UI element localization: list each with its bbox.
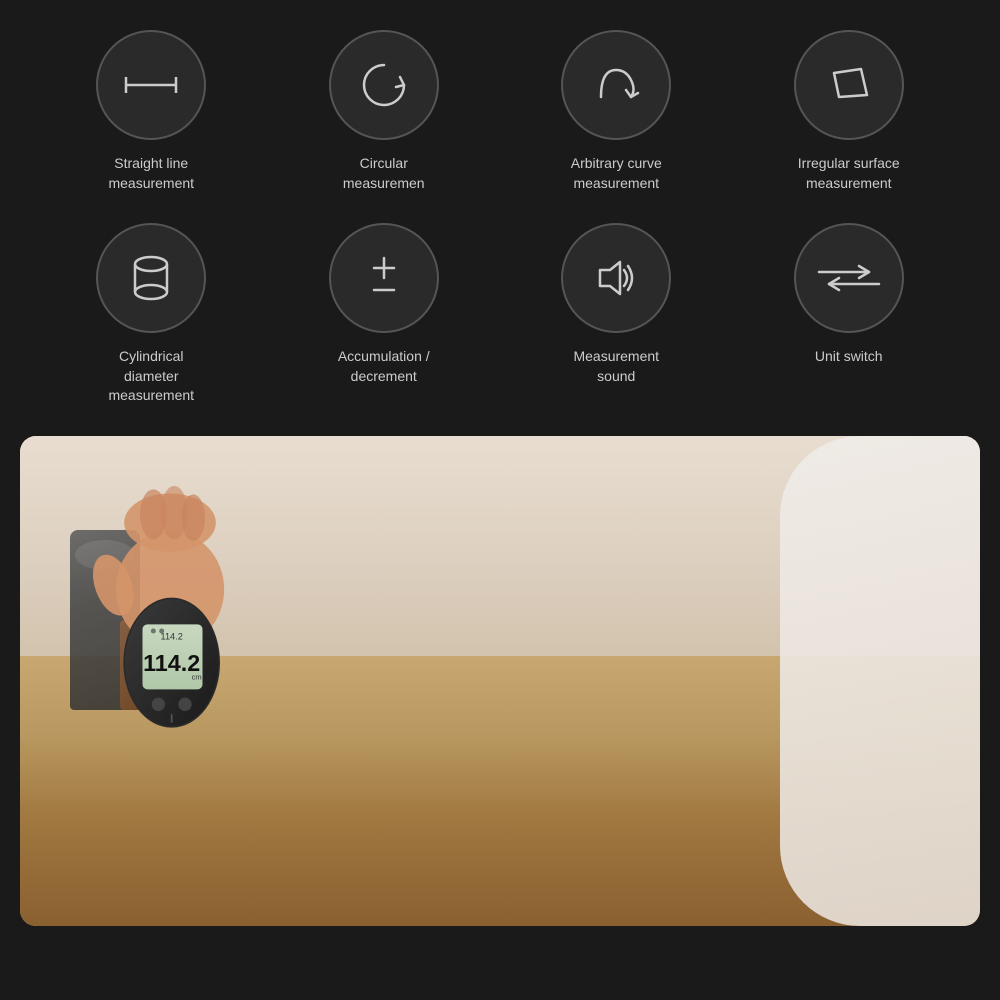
cylindrical-icon [121,248,181,308]
unit-switch-circle [794,223,904,333]
accumulation-circle [329,223,439,333]
feature-unit-switch: Unit switch [738,223,961,406]
feature-straight-line: Straight line measurement [40,30,263,193]
features-section: Straight line measurement Circular measu… [0,0,1000,426]
accumulation-icon [354,248,414,308]
cylindrical-label: Cylindrical diameter measurement [108,347,194,406]
straight-line-circle [96,30,206,140]
circular-icon [354,55,414,115]
cylindrical-circle [96,223,206,333]
unit-switch-icon [814,258,884,298]
feature-accumulation: Accumulation / decrement [273,223,496,406]
feature-cylindrical: Cylindrical diameter measurement [40,223,263,406]
arbitrary-curve-label: Arbitrary curve measurement [571,154,662,193]
screen-small-reading: 114.2 [161,631,183,641]
feature-arbitrary-curve: Arbitrary curve measurement [505,30,728,193]
irregular-surface-circle [794,30,904,140]
straight-line-icon [121,65,181,105]
features-row-1: Straight line measurement Circular measu… [40,30,960,193]
scene: 114.2 114.2 cm [20,436,980,926]
irregular-surface-label: Irregular surface measurement [798,154,900,193]
features-row-2: Cylindrical diameter measurement Accumul… [40,223,960,406]
garment [780,436,980,926]
feature-sound: Measurement sound [505,223,728,406]
sound-icon [586,248,646,308]
feature-circular: Circular measuremen [273,30,496,193]
sound-label: Measurement sound [573,347,659,386]
hand-device-svg: 114.2 114.2 cm [40,456,300,756]
screen-unit: cm [192,672,202,681]
irregular-surface-icon [819,55,879,115]
accumulation-label: Accumulation / decrement [338,347,430,386]
feature-irregular-surface: Irregular surface measurement [738,30,961,193]
arbitrary-curve-circle [561,30,671,140]
straight-line-label: Straight line measurement [108,154,194,193]
photo-section: 114.2 114.2 cm [20,436,980,926]
unit-switch-label: Unit switch [815,347,883,367]
app-container: Straight line measurement Circular measu… [0,0,1000,926]
sound-circle [561,223,671,333]
circular-circle [329,30,439,140]
arbitrary-curve-icon [586,55,646,115]
circular-label: Circular measuremen [343,154,425,193]
